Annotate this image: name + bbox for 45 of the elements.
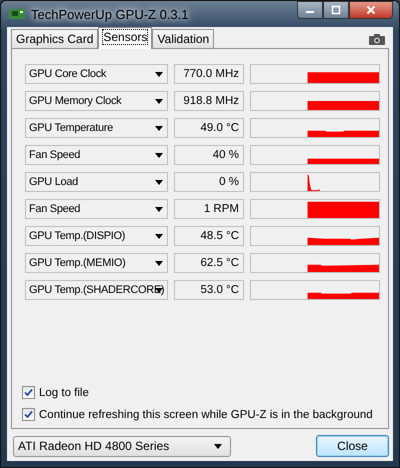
sensor-reading: 53.0 °C: [174, 280, 244, 300]
sensor-reading: 1 RPM: [174, 199, 244, 219]
checkbox-label: Continue refreshing this screen while GPU-Z is in the background: [39, 408, 373, 420]
close-icon: [366, 5, 376, 15]
sensor-dropdown[interactable]: GPU Temperature: [25, 118, 168, 138]
window-title: TechPowerUp GPU-Z 0.3.1: [31, 6, 190, 22]
sensor-reading: 40 %: [174, 145, 244, 165]
caret-icon: [155, 288, 163, 293]
checkbox[interactable]: [22, 408, 35, 421]
tab[interactable]: Sensors: [98, 27, 152, 49]
close-button[interactable]: Close: [316, 435, 389, 457]
caret-icon: [155, 72, 163, 77]
close-button[interactable]: [349, 1, 393, 19]
sensor-dropdown[interactable]: GPU Memory Clock: [25, 91, 168, 111]
maximize-button[interactable]: [323, 1, 349, 19]
checkbox-label: Log to file: [39, 386, 89, 398]
sensor-reading: 49.0 °C: [174, 118, 244, 138]
sensor-reading: 62.5 °C: [174, 253, 244, 273]
tab[interactable]: Graphics Card: [11, 29, 98, 48]
sensor-reading: 48.5 °C: [174, 226, 244, 246]
caret-icon: [155, 99, 163, 104]
caret-icon: [155, 180, 163, 185]
sensor-dropdown[interactable]: Fan Speed: [25, 199, 168, 219]
sensor-dropdown[interactable]: GPU Core Clock: [25, 64, 168, 84]
caret-icon: [155, 261, 163, 266]
caret-icon: [155, 207, 163, 212]
caret-icon: [155, 153, 163, 158]
sensor-reading: 0 %: [174, 172, 244, 192]
gpu-dropdown[interactable]: ATI Radeon HD 4800 Series: [13, 436, 231, 456]
minimize-button[interactable]: [297, 1, 323, 19]
tab[interactable]: Validation: [152, 29, 214, 48]
sensor-dropdown[interactable]: GPU Load: [25, 172, 168, 192]
sensor-dropdown[interactable]: GPU Temp.(MEMIO): [25, 253, 168, 273]
sensor-reading: 770.0 MHz: [174, 64, 244, 84]
caret-icon: [214, 444, 222, 448]
caret-icon: [155, 126, 163, 131]
sensor-dropdown[interactable]: GPU Temp.(DISPIO): [25, 226, 168, 246]
sensor-reading: 918.8 MHz: [174, 91, 244, 111]
maximize-icon: [331, 5, 341, 15]
camera-icon[interactable]: [369, 34, 385, 45]
sensor-dropdown[interactable]: GPU Temp.(SHADERCORE): [25, 280, 168, 300]
checkbox[interactable]: [22, 386, 35, 399]
caret-icon: [155, 234, 163, 239]
sensor-dropdown[interactable]: Fan Speed: [25, 145, 168, 165]
graphics-card-icon: [9, 7, 25, 21]
